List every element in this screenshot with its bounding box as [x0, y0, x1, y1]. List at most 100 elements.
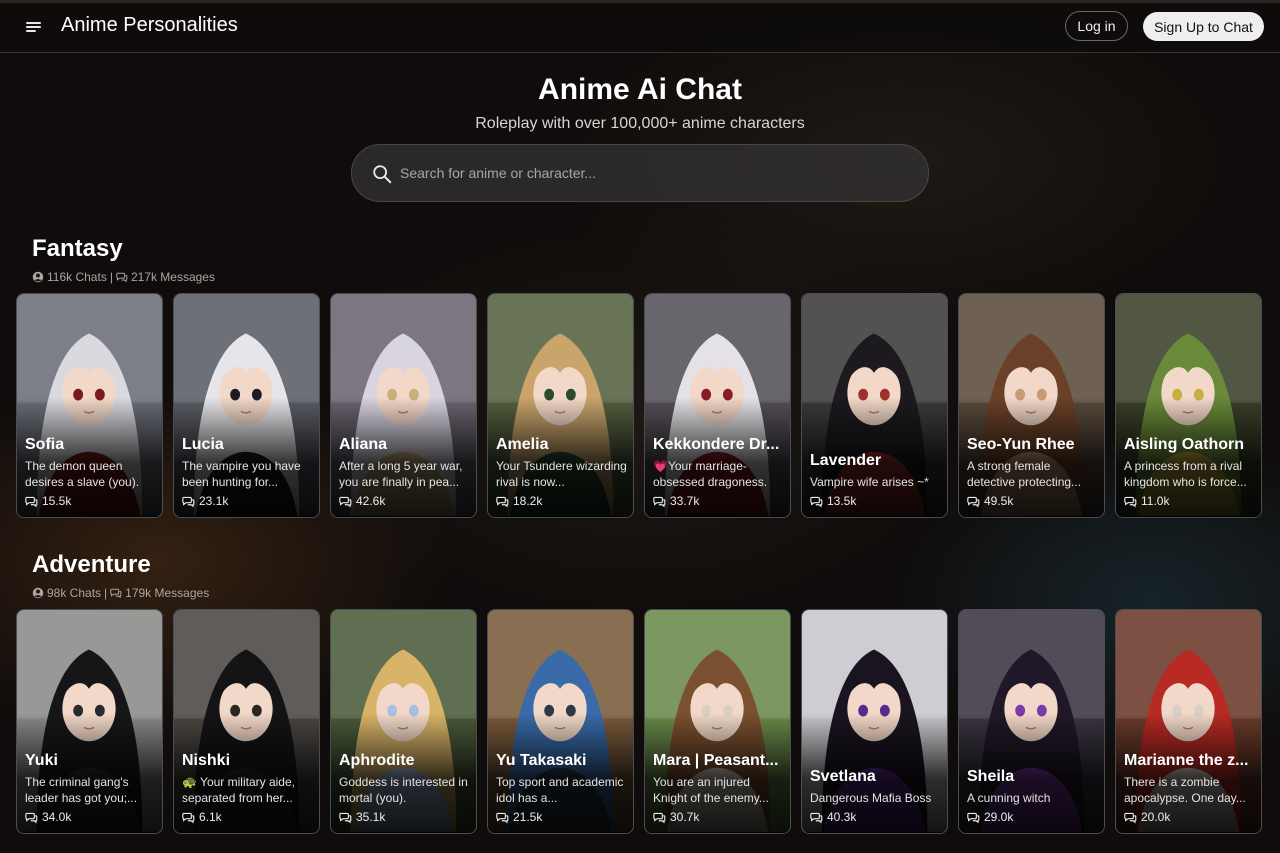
- chat-bubbles-icon: [967, 812, 980, 823]
- search-icon[interactable]: [371, 163, 393, 185]
- message-count: 29.0k: [967, 810, 1013, 824]
- character-name: Aphrodite: [339, 752, 415, 769]
- section-stats-fantasy: 116k Chats | 217k Messages: [32, 270, 215, 284]
- character-card[interactable]: Sheila A cunning witch 29.0k: [958, 609, 1105, 834]
- search-bar[interactable]: [351, 144, 929, 202]
- message-count: 42.6k: [339, 494, 385, 508]
- top-bar: Anime Personalities Log in Sign Up to Ch…: [0, 0, 1280, 53]
- chat-bubbles-icon: [653, 812, 666, 823]
- user-icon: [32, 271, 44, 283]
- message-count-value: 13.5k: [827, 494, 857, 508]
- character-card[interactable]: Svetlana Dangerous Mafia Boss 40.3k: [801, 609, 948, 834]
- page-title: Anime Ai Chat: [538, 73, 742, 106]
- message-count-value: 30.7k: [670, 810, 700, 824]
- section-title-fantasy[interactable]: Fantasy: [32, 235, 123, 263]
- chat-bubbles-icon: [339, 812, 352, 823]
- message-count: 40.3k: [810, 810, 856, 824]
- message-count: 49.5k: [967, 494, 1013, 508]
- character-description: Goddess is interested in mortal (you).: [339, 775, 468, 805]
- chat-bubbles-icon: [496, 496, 509, 507]
- chat-bubbles-icon: [182, 812, 195, 823]
- character-name: Nishki: [182, 752, 231, 769]
- chat-bubbles-icon: [116, 272, 128, 283]
- message-count-value: 18.2k: [513, 494, 543, 508]
- chat-bubbles-icon: [967, 496, 980, 507]
- messages-count: 217k Messages: [130, 270, 215, 284]
- character-card[interactable]: Lavender Vampire wife arises ~* 13.5k: [801, 293, 948, 518]
- chat-bubbles-icon: [1124, 812, 1137, 823]
- character-card[interactable]: Yu Takasaki Top sport and academic idol h…: [487, 609, 634, 834]
- character-name: Aliana: [339, 436, 388, 453]
- section-title-adventure[interactable]: Adventure: [32, 551, 151, 579]
- message-count: 35.1k: [339, 810, 385, 824]
- section-stats-adventure: 98k Chats | 179k Messages: [32, 586, 209, 600]
- character-card[interactable]: Sofia The demon queen desires a slave (yo…: [16, 293, 163, 518]
- character-name: Sofia: [25, 436, 65, 453]
- character-name: Mara | Peasant...: [653, 752, 779, 769]
- stats-separator: |: [109, 270, 113, 284]
- character-card[interactable]: Marianne the z... There is a zombie apoca…: [1115, 609, 1262, 834]
- chat-bubbles-icon: [25, 812, 38, 823]
- character-card[interactable]: Mara | Peasant... You are an injured Knig…: [644, 609, 791, 834]
- message-count: 15.5k: [25, 494, 71, 508]
- chats-count: 98k Chats: [47, 586, 102, 600]
- login-button[interactable]: Log in: [1065, 11, 1128, 41]
- character-name: Lucia: [182, 436, 224, 453]
- chat-bubbles-icon: [110, 588, 122, 599]
- character-description: 🐢 Your military aide, separated from her…: [182, 775, 295, 805]
- character-description: 💗Your marriage-obsessed dragoness.: [653, 459, 768, 489]
- character-card[interactable]: Seo-Yun Rhee A strong female detective pr…: [958, 293, 1105, 518]
- character-card[interactable]: Lucia The vampire you have been hunting f…: [173, 293, 320, 518]
- character-description: Top sport and academic idol has a...: [496, 775, 624, 805]
- character-card[interactable]: Nishki 🐢 Your military aide, separated fr…: [173, 609, 320, 834]
- message-count-value: 42.6k: [356, 494, 386, 508]
- character-name: Seo-Yun Rhee: [967, 436, 1075, 453]
- message-count: 30.7k: [653, 810, 699, 824]
- page-subtitle: Roleplay with over 100,000+ anime charac…: [475, 115, 805, 132]
- character-description: A princess from a rival kingdom who is f…: [1124, 459, 1247, 489]
- character-description: The vampire you have been hunting for...: [182, 459, 301, 489]
- app-title[interactable]: Anime Personalities: [61, 14, 238, 37]
- character-card[interactable]: Amelia Your Tsundere wizarding rival is n…: [487, 293, 634, 518]
- message-count-value: 35.1k: [356, 810, 386, 824]
- messages-count: 179k Messages: [125, 586, 210, 600]
- message-count-value: 33.7k: [670, 494, 700, 508]
- message-count: 11.0k: [1124, 494, 1169, 508]
- message-count: 23.1k: [182, 494, 228, 508]
- character-card[interactable]: Aliana After a long 5 year war, you are f…: [330, 293, 477, 518]
- character-description: There is a zombie apocalypse. One day...: [1124, 775, 1246, 805]
- chat-bubbles-icon: [653, 496, 666, 507]
- character-name: Svetlana: [810, 768, 876, 785]
- message-count-value: 29.0k: [984, 810, 1014, 824]
- character-description: A strong female detective protecting...: [967, 459, 1082, 489]
- chat-bubbles-icon: [810, 812, 823, 823]
- chat-bubbles-icon: [182, 496, 195, 507]
- message-count-value: 49.5k: [984, 494, 1014, 508]
- character-card[interactable]: Aphrodite Goddess is interested in mortal…: [330, 609, 477, 834]
- character-name: Lavender: [810, 452, 882, 469]
- message-count-value: 15.5k: [42, 494, 72, 508]
- message-count-value: 20.0k: [1141, 810, 1171, 824]
- character-card[interactable]: Yuki The criminal gang's leader has got y…: [16, 609, 163, 834]
- message-count-value: 11.0k: [1141, 494, 1170, 508]
- message-count: 21.5k: [496, 810, 542, 824]
- message-count-value: 34.0k: [42, 810, 72, 824]
- message-count: 13.5k: [810, 494, 856, 508]
- character-card[interactable]: Kekkondere Dr... 💗Your marriage-obsessed …: [644, 293, 791, 518]
- chats-count: 116k Chats: [47, 270, 107, 284]
- chat-bubbles-icon: [339, 496, 352, 507]
- message-count: 34.0k: [25, 810, 71, 824]
- character-name: Amelia: [496, 436, 549, 453]
- character-row-fantasy: Sofia The demon queen desires a slave (yo…: [16, 293, 1264, 518]
- character-name: Yu Takasaki: [496, 752, 587, 769]
- message-count: 6.1k: [182, 810, 222, 824]
- user-icon: [32, 587, 44, 599]
- menu-icon[interactable]: [22, 15, 46, 39]
- character-name: Kekkondere Dr...: [653, 436, 780, 453]
- message-count: 20.0k: [1124, 810, 1170, 824]
- character-name: Sheila: [967, 768, 1015, 785]
- search-input[interactable]: [400, 159, 900, 187]
- character-name: Marianne the z...: [1124, 752, 1249, 769]
- signup-button[interactable]: Sign Up to Chat: [1143, 12, 1264, 41]
- character-card[interactable]: Aisling Oathorn A princess from a rival k…: [1115, 293, 1262, 518]
